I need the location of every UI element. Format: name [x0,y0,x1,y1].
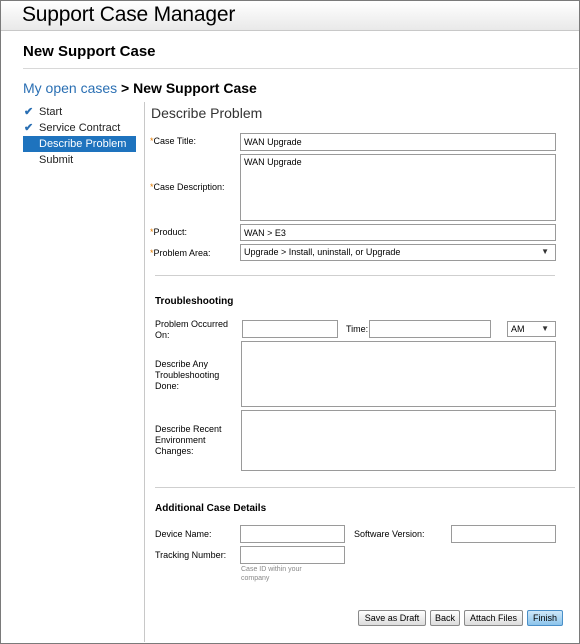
problem-area-label: *Problem Area: [150,248,211,259]
step-describe-problem[interactable]: Describe Problem [23,136,136,152]
tracking-number-input[interactable] [240,546,345,564]
label-text: Problem Area: [153,248,211,258]
section-divider [155,275,555,276]
software-version-input[interactable] [451,525,556,543]
troubleshooting-done-textarea[interactable] [241,341,556,407]
time-label: Time: [346,324,369,334]
sidebar-divider [144,102,145,642]
page-title: New Support Case [23,43,156,60]
step-label: Describe Problem [39,138,127,150]
app-header: Support Case Manager [1,1,579,31]
breadcrumb-separator: > [117,80,134,96]
case-description-label: *Case Description: [150,182,225,193]
label-text: Product: [153,227,188,237]
label-text: Case Title: [153,136,197,146]
case-description-textarea[interactable]: WAN Upgrade [240,154,556,221]
device-name-input[interactable] [240,525,345,543]
am-pm-value: AM [511,324,525,334]
back-button[interactable]: Back [430,610,460,626]
chevron-down-icon: ▼ [541,247,549,256]
troubleshooting-done-label: Describe Any Troubleshooting Done: [155,359,220,391]
software-version-label: Software Version: [354,529,425,539]
device-name-label: Device Name: [155,529,212,539]
header-divider [23,68,578,69]
environment-changes-label: Describe Recent Environment Changes: [155,424,222,456]
app-title: Support Case Manager [22,3,236,26]
environment-changes-textarea[interactable] [241,410,556,471]
breadcrumb-current: New Support Case [133,80,257,96]
problem-area-select[interactable]: Upgrade > Install, uninstall, or Upgrade… [240,244,556,261]
product-label: *Product: [150,227,187,238]
label-text: Case Description: [153,182,225,192]
troubleshooting-heading: Troubleshooting [155,296,234,307]
step-service-contract[interactable]: ✔ Service Contract [23,120,136,136]
problem-area-value: Upgrade > Install, uninstall, or Upgrade [244,247,401,257]
attach-files-button[interactable]: Attach Files [464,610,523,626]
section-divider [155,487,575,488]
step-start[interactable]: ✔ Start [23,104,136,120]
tracking-number-hint: Case ID within your company [241,566,302,582]
checkmark-icon: ✔ [24,122,34,134]
additional-details-heading: Additional Case Details [155,503,267,514]
problem-occurred-date-input[interactable] [242,320,338,338]
am-pm-select[interactable]: AM ▼ [507,321,556,337]
chevron-down-icon: ▼ [541,324,549,333]
time-input[interactable] [369,320,491,338]
step-label: Submit [39,154,74,166]
checkmark-icon: ✔ [24,106,34,118]
product-input[interactable] [240,224,556,241]
problem-occurred-label: Problem Occurred On: [155,319,229,340]
save-as-draft-button[interactable]: Save as Draft [358,610,426,626]
wizard-steps: ✔ Start ✔ Service Contract Describe Prob… [23,104,136,168]
step-label: Service Contract [39,122,121,134]
finish-button[interactable]: Finish [527,610,563,626]
section-title: Describe Problem [151,105,263,121]
case-title-input[interactable] [240,133,556,151]
breadcrumb: My open cases > New Support Case [23,80,257,96]
step-label: Start [39,106,63,118]
app-window: Support Case Manager New Support Case My… [0,0,580,644]
tracking-number-label: Tracking Number: [155,550,227,560]
step-submit[interactable]: Submit [23,152,136,168]
case-title-label: *Case Title: [150,136,196,147]
breadcrumb-link-open-cases[interactable]: My open cases [23,80,117,96]
